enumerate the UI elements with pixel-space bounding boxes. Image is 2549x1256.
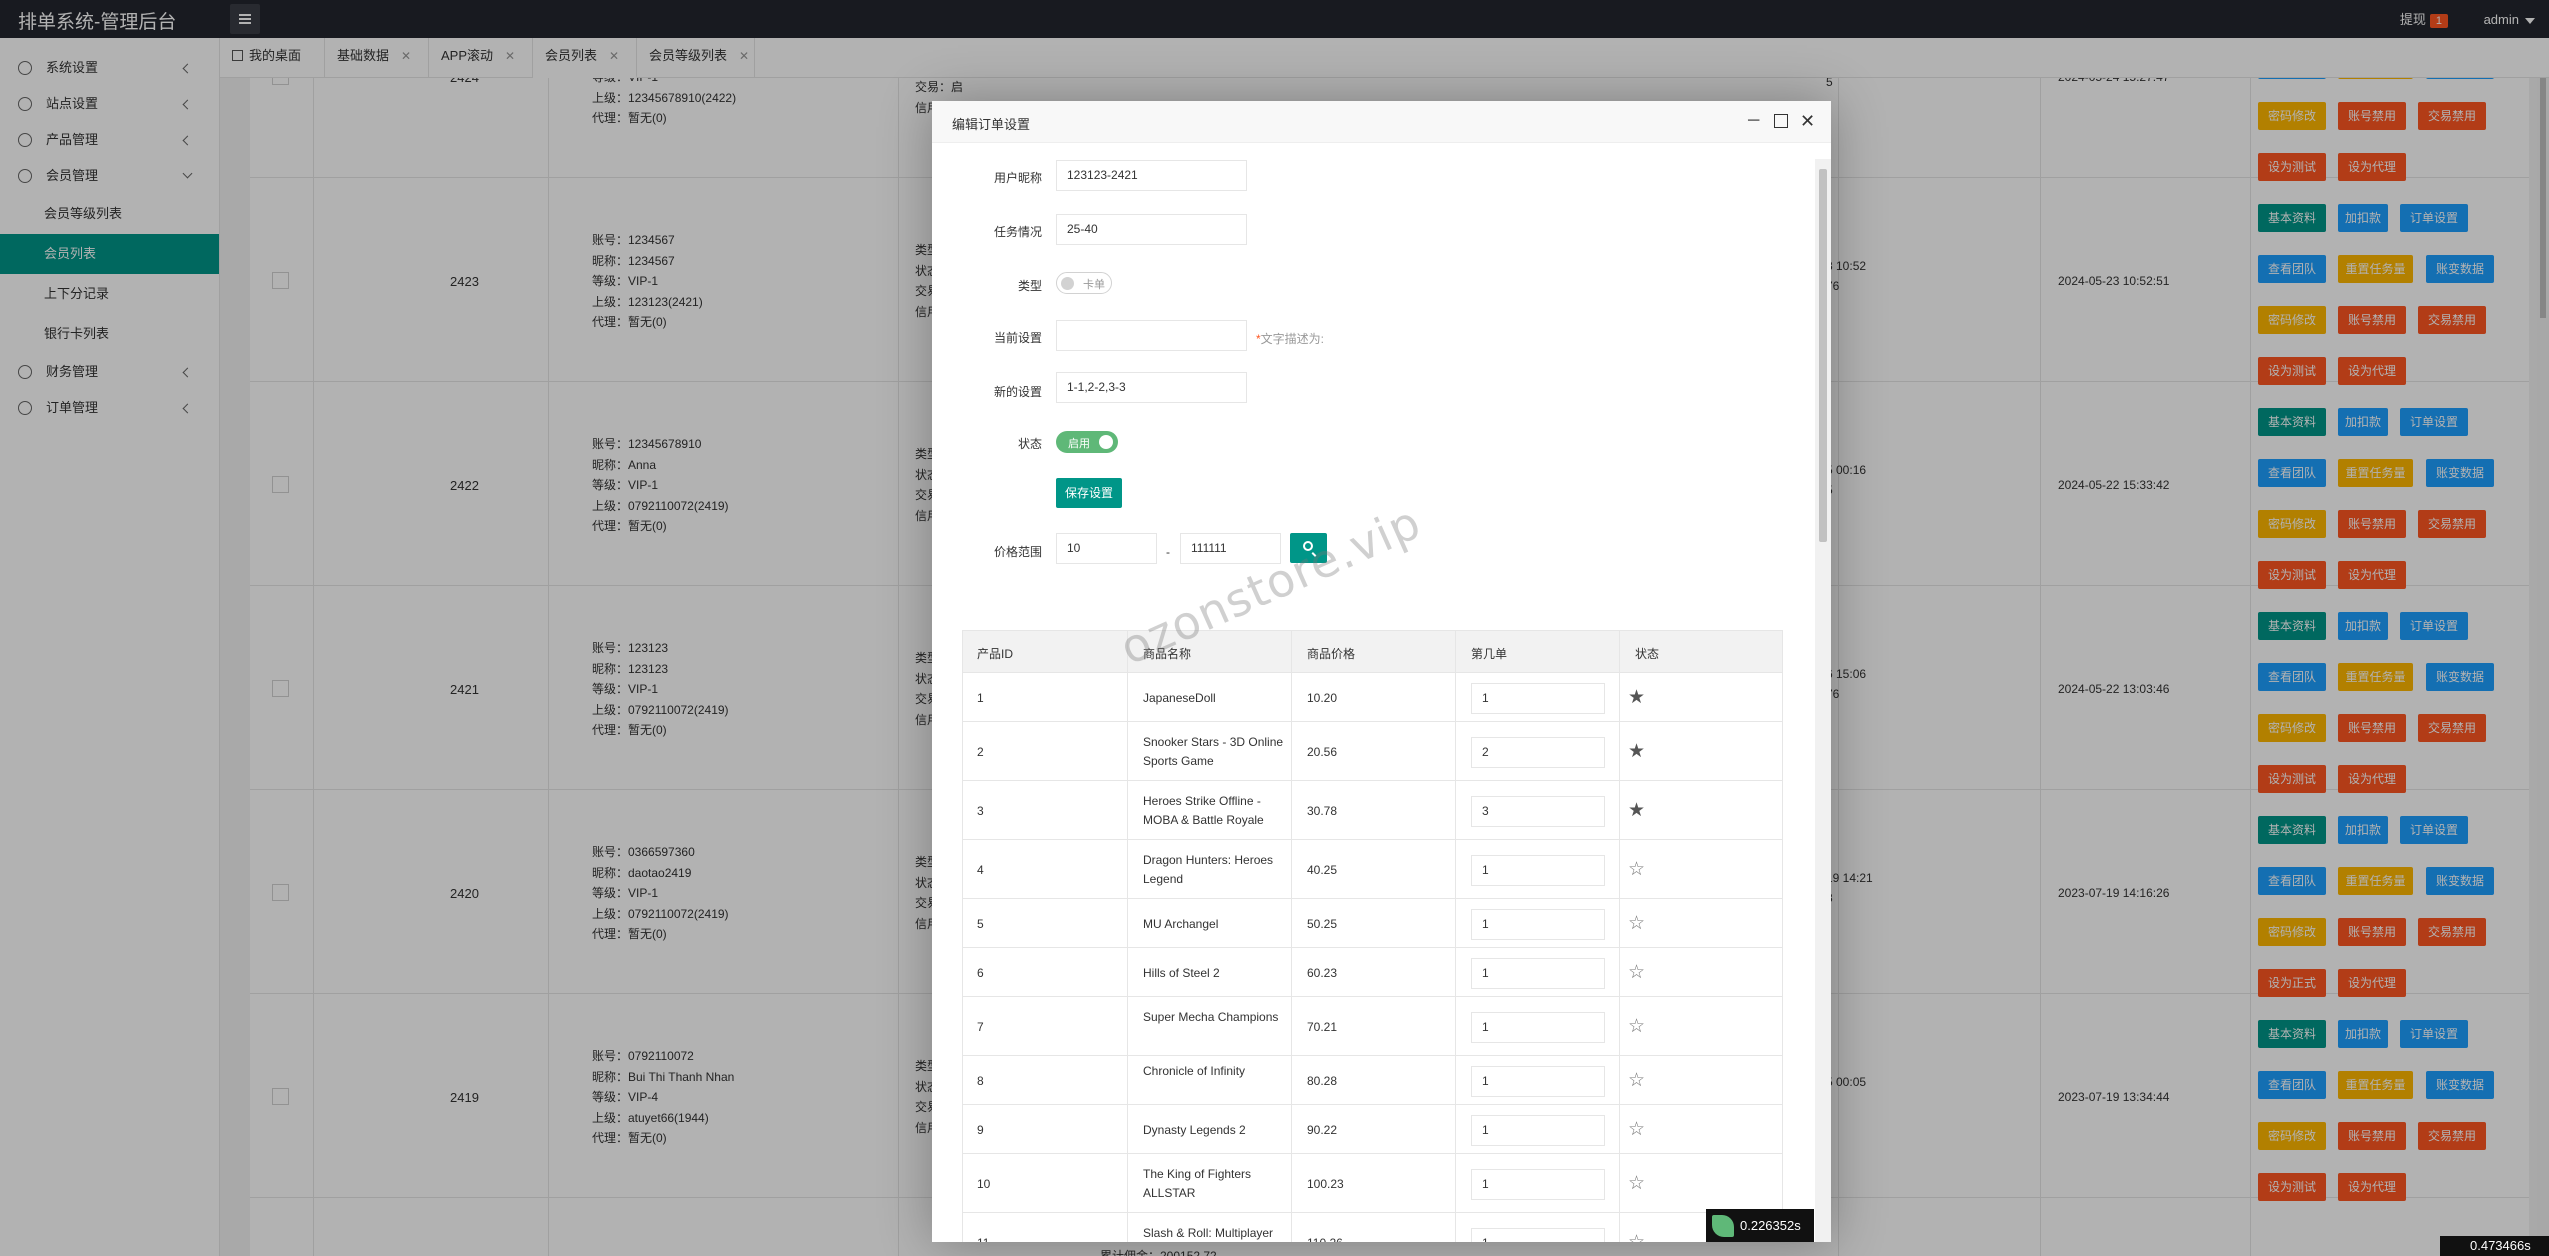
product-price: 60.23 [1307, 965, 1338, 980]
nickname-input[interactable]: 123123-2421 [1056, 160, 1247, 191]
product-price: 80.28 [1307, 1073, 1338, 1088]
order-number-input[interactable]: 1 [1471, 1011, 1605, 1043]
leaf-icon [1712, 1215, 1734, 1237]
star-outline-icon[interactable]: ☆ [1628, 1071, 1645, 1090]
product-row: 9 Dynasty Legends 2 90.22 1 ☆ [962, 1105, 1783, 1154]
product-price: 30.78 [1307, 803, 1338, 818]
product-row: 11 Slash & Roll: Multiplayer RPG 110.26 … [962, 1213, 1783, 1242]
product-row: 3 Heroes Strike Offline - MOBA & Battle … [962, 781, 1783, 840]
product-name: The King of Fighters ALLSTAR [1143, 1166, 1252, 1200]
order-number-input[interactable]: 1 [1471, 682, 1605, 714]
star-outline-icon[interactable]: ☆ [1628, 860, 1645, 879]
current-setting-hint: *文字描述为: [1256, 332, 1325, 346]
current-setting-label: 当前设置 [993, 331, 1042, 345]
star-outline-icon[interactable]: ☆ [1628, 1120, 1645, 1139]
product-name: Dynasty Legends 2 [1143, 1122, 1246, 1137]
product-price: 50.25 [1307, 916, 1338, 931]
price-min-input[interactable]: 10 [1056, 533, 1157, 564]
type-label: 类型 [1017, 279, 1042, 293]
product-name: JapaneseDoll [1143, 690, 1216, 705]
product-id: 6 [977, 965, 984, 980]
minimize-icon[interactable]: ─ [1748, 113, 1759, 129]
order-settings-modal: 编辑订单设置 ─ ✕ 用户昵称 123123-2421 任务情况 25-40 类… [932, 101, 1831, 1242]
close-icon[interactable]: ✕ [1800, 112, 1815, 130]
star-outline-icon[interactable]: ☆ [1628, 914, 1645, 933]
product-id: 8 [977, 1073, 984, 1088]
product-name: Dragon Hunters: Heroes Legend [1143, 852, 1274, 886]
modal-title: 编辑订单设置 [952, 117, 1031, 132]
star-outline-icon[interactable]: ☆ [1628, 1174, 1645, 1193]
modal-header: 编辑订单设置 ─ ✕ [932, 101, 1831, 143]
status-switch[interactable]: 启用 [1056, 431, 1118, 453]
product-row: 6 Hills of Steel 2 60.23 1 ☆ [962, 948, 1783, 997]
star-filled-icon[interactable]: ★ [1628, 742, 1645, 761]
product-price: 40.25 [1307, 862, 1338, 877]
product-row: 2 Snooker Stars - 3D Online Sports Game … [962, 722, 1783, 781]
product-row: 7 Super Mecha Champions 70.21 1 ☆ [962, 997, 1783, 1056]
maximize-icon[interactable] [1774, 114, 1788, 128]
product-name: Hills of Steel 2 [1143, 965, 1220, 980]
order-number-input[interactable]: 1 [1471, 957, 1605, 989]
star-outline-icon[interactable]: ☆ [1628, 1017, 1645, 1036]
product-id: 4 [977, 862, 984, 877]
product-row: 5 MU Archangel 50.25 1 ☆ [962, 899, 1783, 948]
save-settings-button[interactable]: 保存设置 [1056, 478, 1123, 508]
product-id: 2 [977, 744, 984, 759]
product-name: Snooker Stars - 3D Online Sports Game [1143, 734, 1284, 768]
price-separator: - [1166, 545, 1170, 559]
product-price: 70.21 [1307, 1019, 1338, 1034]
status-label: 状态 [1017, 437, 1042, 451]
order-number-input[interactable]: 1 [1471, 854, 1605, 886]
product-id: 9 [977, 1122, 984, 1137]
product-id: 10 [977, 1176, 991, 1191]
product-name: Super Mecha Champions [1143, 1009, 1279, 1024]
order-number-input[interactable]: 3 [1471, 795, 1605, 827]
load-timer: 0.226352s [1706, 1209, 1814, 1242]
nickname-label: 用户昵称 [993, 171, 1042, 185]
task-input[interactable]: 25-40 [1056, 214, 1247, 245]
order-number-input[interactable]: 1 [1471, 1114, 1605, 1146]
product-row: 10 The King of Fighters ALLSTAR 100.23 1… [962, 1154, 1783, 1213]
product-price: 20.56 [1307, 744, 1338, 759]
order-number-input[interactable]: 2 [1471, 736, 1605, 768]
product-id: 3 [977, 803, 984, 818]
task-label: 任务情况 [993, 225, 1042, 239]
product-row: 4 Dragon Hunters: Heroes Legend 40.25 1 … [962, 840, 1783, 899]
load-timer-secondary: 0.473466s [2440, 1236, 2549, 1256]
product-id: 1 [977, 690, 984, 705]
new-setting-input[interactable]: 1-1,2-2,3-3 [1056, 372, 1247, 403]
product-row: 1 JapaneseDoll 10.20 1 ★ [962, 673, 1783, 722]
product-name: Heroes Strike Offline - MOBA & Battle Ro… [1143, 793, 1264, 827]
order-number-input[interactable]: 1 [1471, 908, 1605, 940]
product-price: 110.26 [1307, 1236, 1343, 1243]
price-range-label: 价格范围 [993, 545, 1042, 559]
product-price: 100.23 [1307, 1176, 1344, 1191]
product-name: MU Archangel [1143, 916, 1219, 931]
product-id: 7 [977, 1019, 984, 1034]
product-table-header: 产品ID 商品名称 商品价格 第几单 状态 [962, 630, 1783, 673]
star-outline-icon[interactable]: ☆ [1628, 963, 1645, 982]
order-number-input[interactable]: 1 [1471, 1168, 1605, 1200]
current-setting-input[interactable] [1056, 320, 1247, 351]
product-price: 10.20 [1307, 690, 1338, 705]
new-setting-label: 新的设置 [993, 385, 1042, 399]
modal-scrollbar[interactable] [1815, 159, 1831, 1242]
product-row: 8 Chronicle of Infinity 80.28 1 ☆ [962, 1056, 1783, 1105]
type-switch[interactable]: 卡单 [1056, 272, 1112, 294]
star-filled-icon[interactable]: ★ [1628, 688, 1645, 707]
product-id: 5 [977, 916, 984, 931]
product-name: Slash & Roll: Multiplayer RPG [1143, 1225, 1274, 1240]
product-id: 11 [977, 1236, 989, 1243]
modal-body: 用户昵称 123123-2421 任务情况 25-40 类型 卡单 当前设置 *… [932, 143, 1831, 1242]
order-number-input[interactable]: 1 [1471, 1065, 1605, 1097]
star-outline-icon[interactable]: ☆ [1628, 1233, 1645, 1243]
star-filled-icon[interactable]: ★ [1628, 801, 1645, 820]
product-name: Chronicle of Infinity [1143, 1063, 1246, 1078]
order-number-input[interactable]: 1 [1471, 1227, 1605, 1242]
product-price: 90.22 [1307, 1122, 1338, 1137]
